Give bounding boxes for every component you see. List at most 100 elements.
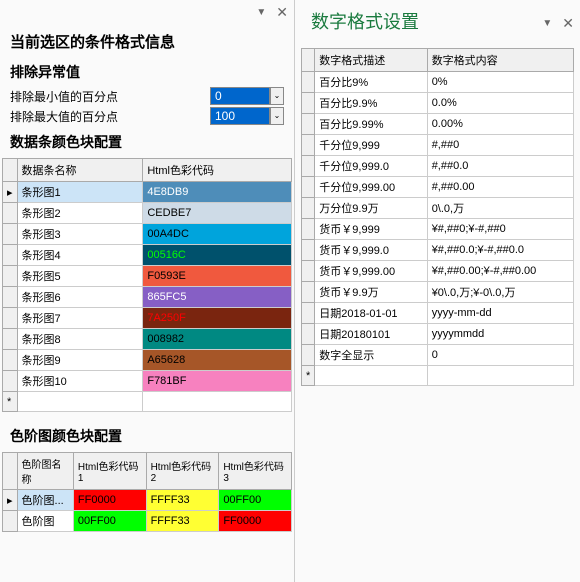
table-row[interactable]: 百分比9.99% 0.00% bbox=[302, 114, 574, 135]
col-c2: Html色彩代码2 bbox=[146, 453, 219, 490]
cell-desc[interactable]: 万分位9.9万 bbox=[315, 198, 427, 219]
table-row[interactable]: 千分位9,999.0 #,##0.0 bbox=[302, 156, 574, 177]
table-row[interactable]: 货币￥9,999.00 ¥#,##0.00;¥-#,##0.00 bbox=[302, 261, 574, 282]
cell-c2[interactable]: FFFF33 bbox=[146, 490, 219, 511]
spinner-icon[interactable]: ⌄ bbox=[270, 87, 284, 105]
cell-name[interactable]: 条形图7 bbox=[17, 308, 143, 329]
cell-content[interactable]: ¥#,##0.00;¥-#,##0.00 bbox=[427, 261, 573, 282]
table-row[interactable]: ▸ 条形图1 4E8DB9 bbox=[3, 182, 292, 203]
cell-desc[interactable]: 千分位9,999.0 bbox=[315, 156, 427, 177]
row-header-blank bbox=[3, 453, 18, 490]
cell-c3[interactable]: FF0000 bbox=[219, 511, 292, 532]
table-row[interactable]: 条形图2 CEDBE7 bbox=[3, 203, 292, 224]
table-new-row[interactable]: * bbox=[3, 392, 292, 412]
cell-content[interactable]: #,##0.0 bbox=[427, 156, 573, 177]
cell-content[interactable]: 0 bbox=[427, 345, 573, 366]
table-row[interactable]: 数字全显示 0 bbox=[302, 345, 574, 366]
col-c1: Html色彩代码1 bbox=[73, 453, 146, 490]
cell-c2[interactable]: FFFF33 bbox=[146, 511, 219, 532]
cell-colorcode[interactable]: 865FC5 bbox=[143, 287, 292, 308]
cell-c3[interactable]: 00FF00 bbox=[219, 490, 292, 511]
row-header-blank bbox=[302, 49, 315, 72]
cell-content[interactable]: #,##0 bbox=[427, 135, 573, 156]
cell-content[interactable]: ¥#,##0.0;¥-#,##0.0 bbox=[427, 240, 573, 261]
cell-colorcode[interactable]: CEDBE7 bbox=[143, 203, 292, 224]
cell-gname[interactable]: 色阶图... bbox=[17, 490, 73, 511]
table-row[interactable]: 条形图6 865FC5 bbox=[3, 287, 292, 308]
cell-name[interactable]: 条形图8 bbox=[17, 329, 143, 350]
cell-desc[interactable]: 千分位9,999.00 bbox=[315, 177, 427, 198]
cell-colorcode[interactable]: 7A250F bbox=[143, 308, 292, 329]
cell-content[interactable]: 0.00% bbox=[427, 114, 573, 135]
table-row[interactable]: 条形图9 A65628 bbox=[3, 350, 292, 371]
cell-content[interactable]: #,##0.00 bbox=[427, 177, 573, 198]
table-row[interactable]: 条形图8 008982 bbox=[3, 329, 292, 350]
cell-desc[interactable]: 货币￥9,999.00 bbox=[315, 261, 427, 282]
cell-c1[interactable]: 00FF00 bbox=[73, 511, 146, 532]
cell-colorcode[interactable]: A65628 bbox=[143, 350, 292, 371]
cell-desc[interactable]: 千分位9,999 bbox=[315, 135, 427, 156]
cell-c1[interactable]: FF0000 bbox=[73, 490, 146, 511]
cell-desc[interactable]: 日期20180101 bbox=[315, 324, 427, 345]
table-row[interactable]: 千分位9,999 #,##0 bbox=[302, 135, 574, 156]
cell-content[interactable]: yyyy-mm-dd bbox=[427, 303, 573, 324]
outlier-max-input[interactable] bbox=[210, 107, 270, 125]
cell-colorcode[interactable]: 00A4DC bbox=[143, 224, 292, 245]
cell-name[interactable]: 条形图3 bbox=[17, 224, 143, 245]
table-new-row[interactable]: * bbox=[302, 366, 574, 386]
cell-colorcode[interactable]: 4E8DB9 bbox=[143, 182, 292, 203]
table-row[interactable]: 日期2018-01-01 yyyy-mm-dd bbox=[302, 303, 574, 324]
spinner-icon[interactable]: ⌄ bbox=[270, 107, 284, 125]
close-icon[interactable]: ✕ bbox=[562, 15, 574, 32]
cell-gname[interactable]: 色阶图 bbox=[17, 511, 73, 532]
cell-name[interactable]: 条形图5 bbox=[17, 266, 143, 287]
cell-content[interactable]: ¥#,##0;¥-#,##0 bbox=[427, 219, 573, 240]
cell-name[interactable]: 条形图6 bbox=[17, 287, 143, 308]
dropdown-icon[interactable]: ▼ bbox=[256, 7, 266, 18]
dropdown-icon[interactable]: ▼ bbox=[542, 18, 552, 29]
table-row[interactable]: 条形图4 00516C bbox=[3, 245, 292, 266]
close-icon[interactable]: ✕ bbox=[276, 4, 288, 21]
cell-name[interactable]: 条形图4 bbox=[17, 245, 143, 266]
table-row[interactable]: 条形图5 F0593E bbox=[3, 266, 292, 287]
cell-content[interactable]: 0.0% bbox=[427, 93, 573, 114]
table-row[interactable]: 货币￥9,999 ¥#,##0;¥-#,##0 bbox=[302, 219, 574, 240]
table-row[interactable]: 色阶图 00FF00 FFFF33 FF0000 bbox=[3, 511, 292, 532]
cell-colorcode[interactable]: F781BF bbox=[143, 371, 292, 392]
table-row[interactable]: 货币￥9.9万 ¥0\.0,万;¥-0\.0,万 bbox=[302, 282, 574, 303]
cell-desc[interactable]: 数字全显示 bbox=[315, 345, 427, 366]
table-row[interactable]: 千分位9,999.00 #,##0.00 bbox=[302, 177, 574, 198]
cell-desc[interactable]: 百分比9.9% bbox=[315, 93, 427, 114]
cell-name[interactable]: 条形图1 bbox=[17, 182, 143, 203]
table-row[interactable]: ▸ 色阶图... FF0000 FFFF33 00FF00 bbox=[3, 490, 292, 511]
cell-content[interactable]: 0% bbox=[427, 72, 573, 93]
cell-colorcode[interactable]: 00516C bbox=[143, 245, 292, 266]
cell-colorcode[interactable]: 008982 bbox=[143, 329, 292, 350]
table-row[interactable]: 万分位9.9万 0\.0,万 bbox=[302, 198, 574, 219]
col-gname: 色阶图名称 bbox=[17, 453, 73, 490]
cell-desc[interactable]: 百分比9% bbox=[315, 72, 427, 93]
cell-name[interactable]: 条形图10 bbox=[17, 371, 143, 392]
cell-content[interactable]: ¥0\.0,万;¥-0\.0,万 bbox=[427, 282, 573, 303]
table-row[interactable]: 货币￥9,999.0 ¥#,##0.0;¥-#,##0.0 bbox=[302, 240, 574, 261]
cell-desc[interactable]: 货币￥9.9万 bbox=[315, 282, 427, 303]
right-panel-header: 数字格式设置 ▼ ✕ bbox=[295, 0, 580, 46]
cell-desc[interactable]: 货币￥9,999.0 bbox=[315, 240, 427, 261]
table-row[interactable]: 百分比9% 0% bbox=[302, 72, 574, 93]
cell-desc[interactable]: 货币￥9,999 bbox=[315, 219, 427, 240]
table-row[interactable]: 条形图3 00A4DC bbox=[3, 224, 292, 245]
cell-colorcode[interactable]: F0593E bbox=[143, 266, 292, 287]
cell-name[interactable]: 条形图2 bbox=[17, 203, 143, 224]
table-row[interactable]: 百分比9.9% 0.0% bbox=[302, 93, 574, 114]
cell-content[interactable]: 0\.0,万 bbox=[427, 198, 573, 219]
cell-desc[interactable]: 日期2018-01-01 bbox=[315, 303, 427, 324]
table-row[interactable]: 条形图10 F781BF bbox=[3, 371, 292, 392]
cell-name[interactable]: 条形图9 bbox=[17, 350, 143, 371]
outlier-min-input[interactable] bbox=[210, 87, 270, 105]
outlier-title: 排除异常值 bbox=[0, 56, 294, 86]
table-row[interactable]: 条形图7 7A250F bbox=[3, 308, 292, 329]
cell-content[interactable]: yyyymmdd bbox=[427, 324, 573, 345]
table-row[interactable]: 日期20180101 yyyymmdd bbox=[302, 324, 574, 345]
cell-desc[interactable]: 百分比9.99% bbox=[315, 114, 427, 135]
outlier-min-row: 排除最小值的百分点 ⌄ bbox=[0, 86, 294, 106]
